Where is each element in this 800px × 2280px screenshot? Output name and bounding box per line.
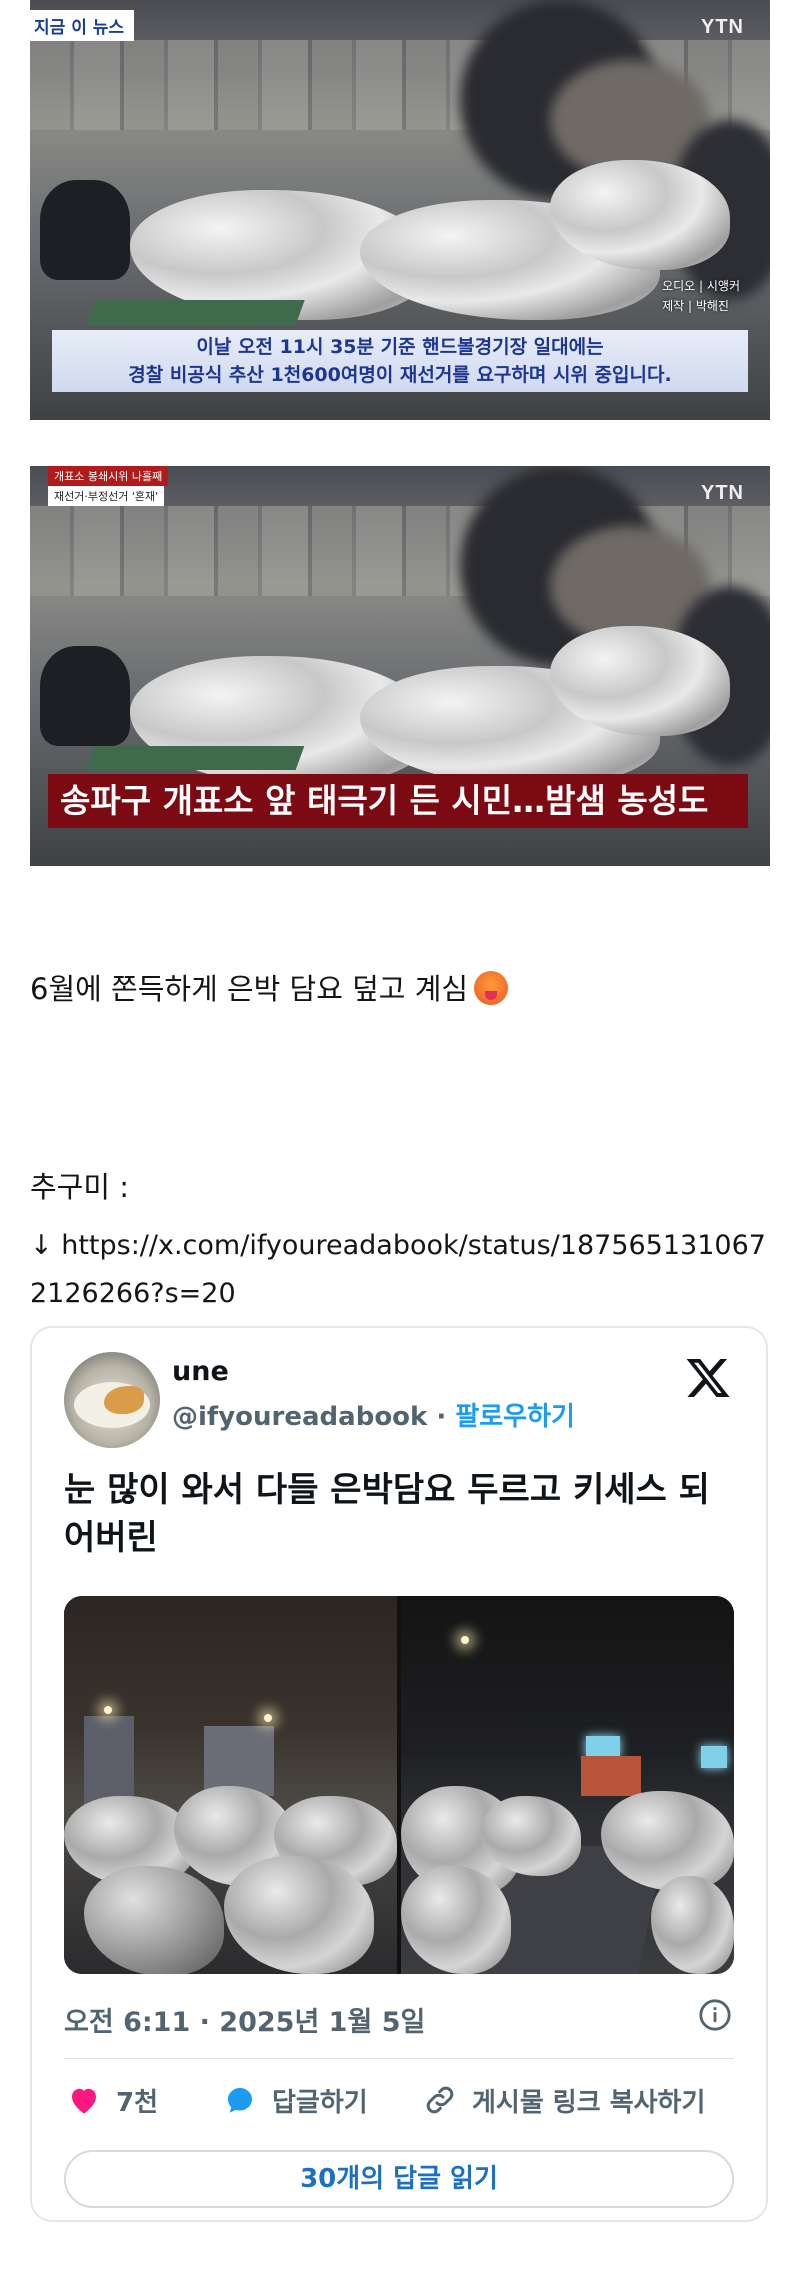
news-still-1: YTN 지금 이 뉴스 오디오 | 시앵커 제작 | 박해진 이날 오전 11시… xyxy=(30,0,770,420)
embedded-tweet-card[interactable]: une @ifyoureadabook · 팔로우하기 눈 많이 와서 다들 은… xyxy=(30,1326,768,2222)
down-arrow-icon: ↓ xyxy=(30,1230,53,1261)
ytn-logo: YTN xyxy=(701,482,744,504)
handle-row: @ifyoureadabook · 팔로우하기 xyxy=(172,1402,575,1432)
tweet-media[interactable] xyxy=(64,1596,734,1974)
copy-link-label: 게시물 링크 복사하기 xyxy=(472,2087,706,2118)
news-still-2: YTN 개표소 봉쇄시위 나흘째 재선거·부정선거 '혼재' 송파구 개표소 앞… xyxy=(30,466,770,866)
tweet-text: 눈 많이 와서 다들 은박담요 두르고 키세스 되어버린 xyxy=(64,1470,710,1558)
post-link[interactable]: ↓ https://x.com/ifyoureadabook/status/18… xyxy=(30,1222,775,1318)
display-name[interactable]: une xyxy=(172,1356,229,1387)
news-badge: 지금 이 뉴스 xyxy=(30,10,135,41)
info-icon[interactable] xyxy=(698,1998,732,2032)
x-logo-icon[interactable] xyxy=(684,1354,732,1402)
heart-icon xyxy=(72,2088,96,2114)
copy-link-button[interactable]: 게시물 링크 복사하기 xyxy=(422,2080,705,2120)
news-headline-caption: 송파구 개표소 앞 태극기 든 시민…밤샘 농성도 xyxy=(48,774,748,828)
speech-bubble-icon xyxy=(228,2088,252,2113)
credit-text: 오디오 | 시앵커 제작 | 박해진 xyxy=(662,279,740,313)
handle[interactable]: @ifyoureadabook xyxy=(172,1402,427,1432)
tweet-photo-right[interactable] xyxy=(401,1596,734,1974)
tweet-photo-left[interactable] xyxy=(64,1596,397,1974)
link-icon xyxy=(426,2086,454,2114)
ytn-logo: YTN xyxy=(701,16,744,38)
divider xyxy=(64,2058,734,2059)
post-label: 추구미 : xyxy=(30,1170,130,1204)
emoji-icon xyxy=(474,971,509,1005)
news-tag-white: 재선거·부정선거 '혼재' xyxy=(48,486,165,506)
tweet-timestamp[interactable]: 오전 6:11 · 2025년 1월 5일 xyxy=(64,2000,425,2039)
post-text-line: 6월에 쫀득하게 은박 담요 덮고 계심 xyxy=(30,966,509,1008)
avatar[interactable] xyxy=(64,1352,160,1448)
news-caption: 이날 오전 11시 35분 기준 핸드볼경기장 일대에는 경찰 비공식 추산 1… xyxy=(52,330,748,392)
follow-button[interactable]: 팔로우하기 xyxy=(455,1402,575,1432)
reply-label: 답글하기 xyxy=(272,2087,368,2118)
reply-button[interactable]: 답글하기 xyxy=(222,2080,368,2120)
like-count: 7천 xyxy=(116,2087,159,2118)
like-button[interactable]: 7천 xyxy=(66,2080,158,2120)
news-tag-red: 개표소 봉쇄시위 나흘째 xyxy=(48,466,169,486)
read-replies-button[interactable]: 30개의 답글 읽기 xyxy=(64,2150,734,2208)
